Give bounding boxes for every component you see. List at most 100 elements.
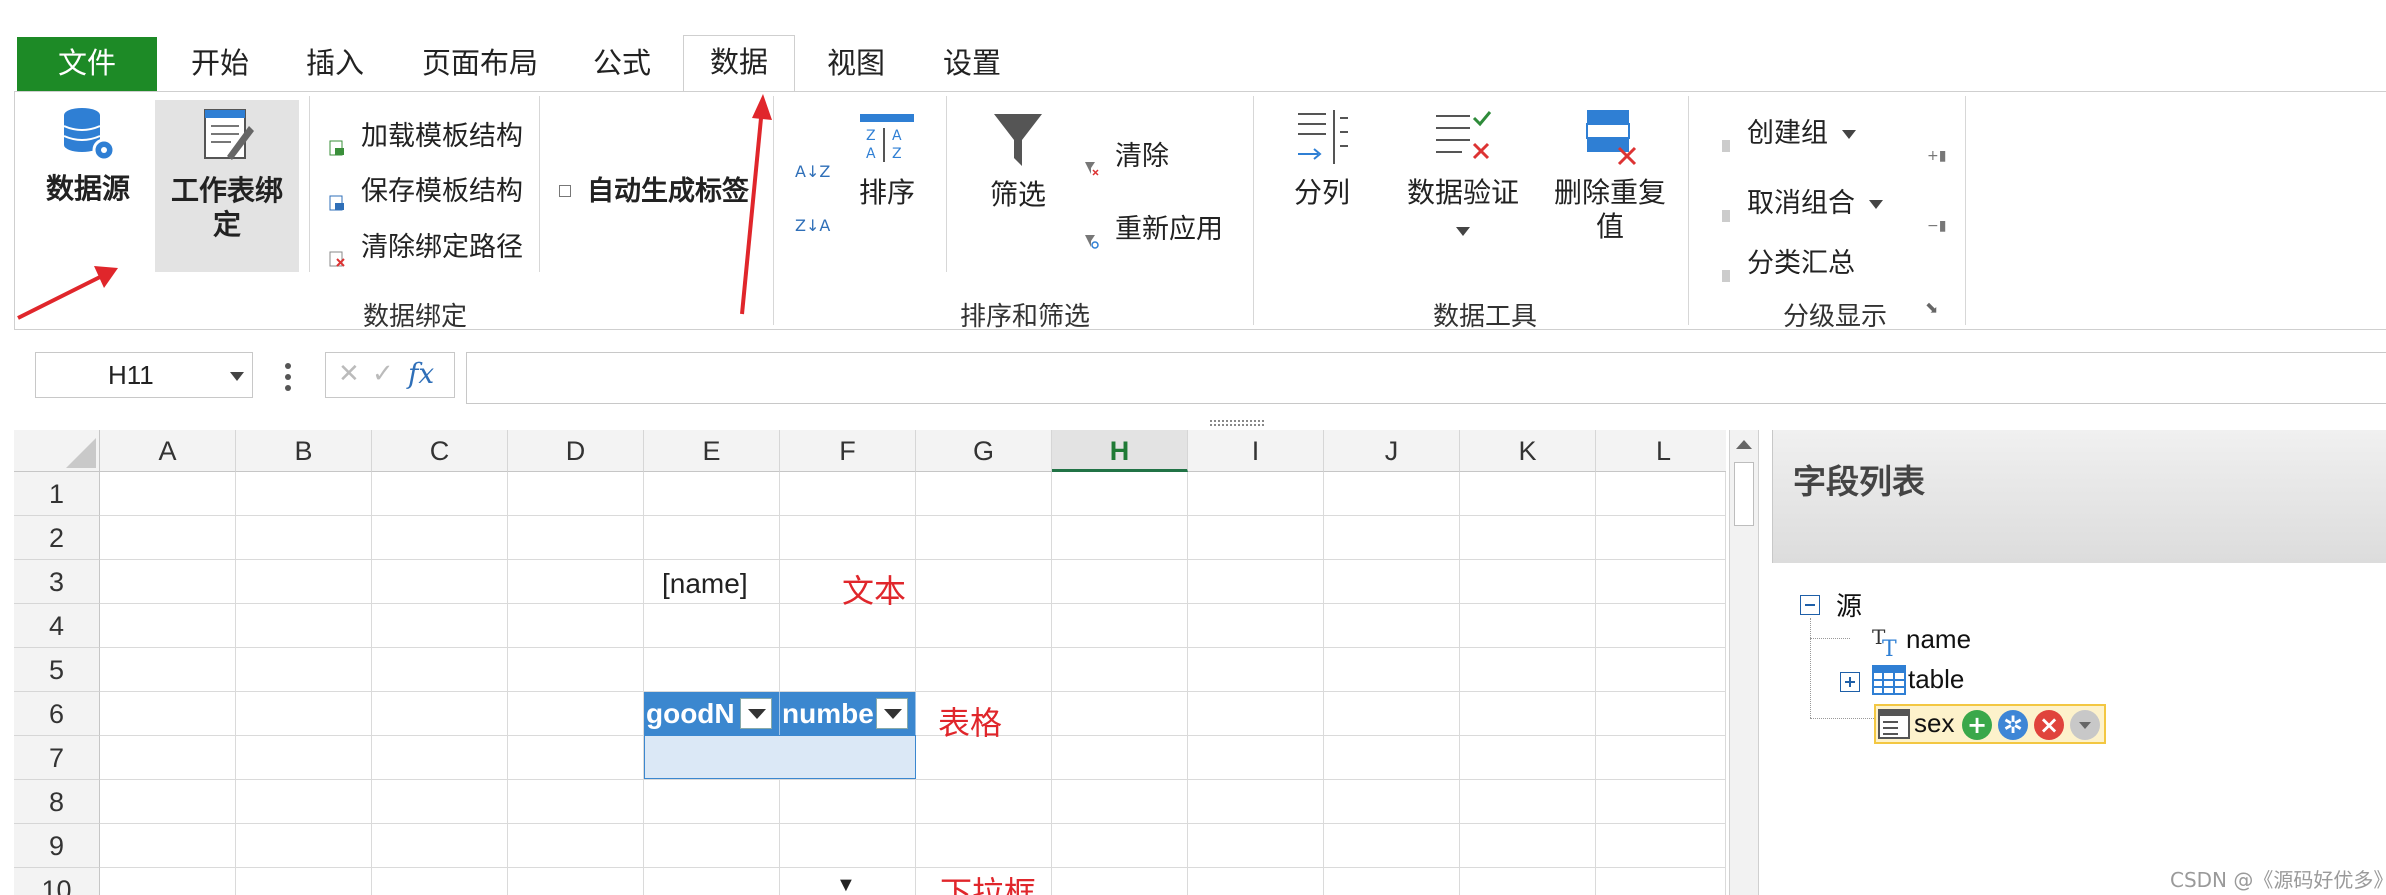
table-header-col2[interactable]: numbe (780, 692, 916, 735)
save-template-button[interactable]: 保存模板结构 (329, 172, 523, 212)
sheet-binding-button[interactable]: 工作表绑 定 (155, 100, 299, 272)
checkbox-icon (559, 184, 571, 197)
spreadsheet-grid[interactable]: A B C D E F G H I J K L 1 2 3 4 5 6 7 8 … (14, 430, 1726, 895)
chevron-down-icon (1869, 200, 1883, 209)
sort-descending-button[interactable]: Z↓A (795, 206, 830, 246)
column-header-d[interactable]: D (508, 430, 644, 472)
grid-line (643, 472, 644, 895)
row-header-2[interactable]: 2 (14, 516, 100, 560)
formula-bar-splitter[interactable] (1210, 412, 1264, 426)
cells-area[interactable]: [name] 文本 goodN numbe 表格 ▼ 下拉框 (100, 472, 1726, 895)
scrollbar-thumb[interactable] (1734, 462, 1754, 526)
clear-filter-button[interactable]: 清除 (1083, 137, 1169, 177)
hide-detail-icon[interactable]: −▮ (1927, 218, 1946, 234)
column-header-g[interactable]: G (916, 430, 1052, 472)
data-validation-icon (1436, 111, 1492, 160)
data-source-button[interactable]: 数据源 (33, 104, 143, 206)
column-header-a[interactable]: A (100, 430, 236, 472)
clear-filter-icon (1083, 148, 1099, 176)
field-list-title: 字段列表 (1772, 430, 2386, 563)
chevron-down-icon[interactable] (2070, 710, 2100, 740)
tab-page-layout[interactable]: 页面布局 (410, 37, 550, 92)
column-header-l[interactable]: L (1596, 430, 1726, 472)
collapse-root-icon[interactable] (1800, 595, 1820, 615)
tab-file[interactable]: 文件 (17, 37, 157, 91)
row-header-1[interactable]: 1 (14, 472, 100, 516)
show-detail-icon[interactable]: +▮ (1927, 148, 1946, 164)
tab-settings[interactable]: 设置 (932, 37, 1012, 92)
tree-root-source[interactable]: 源 (1836, 586, 1862, 623)
cell-e3[interactable]: [name] (662, 568, 748, 600)
column-header-b[interactable]: B (236, 430, 372, 472)
table-filter-dropdown-icon[interactable] (876, 698, 908, 729)
split-column-button[interactable]: 分列 (1277, 106, 1367, 210)
row-header-7[interactable]: 7 (14, 736, 100, 780)
load-template-button[interactable]: 加载模板结构 (329, 117, 523, 157)
row-header-3[interactable]: 3 (14, 560, 100, 604)
subtotal-icon (1721, 255, 1731, 282)
ungroup-button[interactable]: 取消组合 (1721, 184, 1883, 224)
tab-insert[interactable]: 插入 (295, 37, 375, 92)
sort-ascending-button[interactable]: A↓Z (795, 152, 830, 192)
grid-line (371, 472, 372, 895)
column-header-i[interactable]: I (1188, 430, 1324, 472)
vertical-scrollbar[interactable] (1729, 430, 1759, 895)
confirm-icon[interactable]: ✓ (372, 359, 394, 389)
row-header-8[interactable]: 8 (14, 780, 100, 824)
grid-line (1187, 472, 1188, 895)
chevron-up-icon (1736, 440, 1752, 449)
auto-generate-label-checkbox[interactable]: 自动生成标签 (559, 172, 749, 212)
field-table[interactable]: table (1908, 664, 1964, 695)
ribbon-separator (309, 96, 310, 272)
insert-function-button[interactable]: fx (408, 357, 434, 390)
column-header-k[interactable]: K (1460, 430, 1596, 472)
column-header-f[interactable]: F (780, 430, 916, 472)
row-header-10[interactable]: 10 (14, 868, 100, 895)
tab-home[interactable]: 开始 (180, 37, 260, 92)
row-header-9[interactable]: 9 (14, 824, 100, 868)
subtotal-button[interactable]: 分类汇总 (1721, 244, 1855, 284)
table-header-col1[interactable]: goodN (644, 692, 780, 735)
row-header-5[interactable]: 5 (14, 648, 100, 692)
clear-binding-path-label: 清除绑定路径 (361, 232, 523, 263)
column-header-h[interactable]: H (1052, 430, 1188, 472)
name-box-dropdown[interactable] (221, 352, 253, 398)
clear-binding-path-button[interactable]: 清除绑定路径 (329, 228, 523, 268)
field-name[interactable]: name (1906, 624, 1971, 655)
ribbon-separator (1253, 96, 1254, 325)
sort-button[interactable]: Z A A Z 排序 (847, 112, 927, 210)
add-icon[interactable]: + (1962, 710, 1992, 740)
column-header-c[interactable]: C (372, 430, 508, 472)
row-header-6[interactable]: 6 (14, 692, 100, 736)
table-body-row[interactable] (644, 735, 916, 779)
settings-icon[interactable]: ✲ (1998, 710, 2028, 740)
formula-input[interactable] (466, 352, 2386, 404)
create-group-button[interactable]: 创建组 (1721, 114, 1856, 154)
cell-dropdown-arrow[interactable]: ▼ (836, 874, 856, 895)
formula-bar-grip[interactable] (284, 362, 292, 392)
group-icon (1721, 125, 1731, 152)
filter-button[interactable]: 筛选 (973, 110, 1063, 212)
reapply-filter-button[interactable]: 重新应用 (1083, 210, 1223, 250)
tab-view[interactable]: 视图 (816, 37, 896, 92)
more-vertical-icon (285, 363, 291, 391)
remove-icon[interactable]: × (2034, 710, 2064, 740)
remove-duplicates-label-2: 值 (1595, 210, 1624, 243)
table-filter-dropdown-icon[interactable] (740, 698, 772, 729)
row-header-4[interactable]: 4 (14, 604, 100, 648)
data-validation-button[interactable]: 数据验证 (1395, 106, 1531, 244)
table-header-col1-label: goodN (646, 698, 735, 729)
tab-data[interactable]: 数据 (683, 35, 795, 93)
ribbon-separator (1688, 96, 1689, 325)
expand-table-icon[interactable] (1840, 672, 1860, 692)
tab-formulas[interactable]: 公式 (582, 37, 662, 92)
field-sex-selected[interactable]: sex + ✲ × (1874, 704, 2106, 744)
svg-text:A: A (866, 146, 876, 162)
column-header-e[interactable]: E (644, 430, 780, 472)
remove-duplicates-button[interactable]: 删除重复 值 (1545, 106, 1675, 244)
scroll-up-button[interactable] (1730, 430, 1758, 460)
cancel-icon[interactable]: ✕ (338, 359, 360, 389)
load-template-label: 加载模板结构 (361, 121, 523, 152)
select-all-corner[interactable] (14, 430, 100, 472)
column-header-j[interactable]: J (1324, 430, 1460, 472)
